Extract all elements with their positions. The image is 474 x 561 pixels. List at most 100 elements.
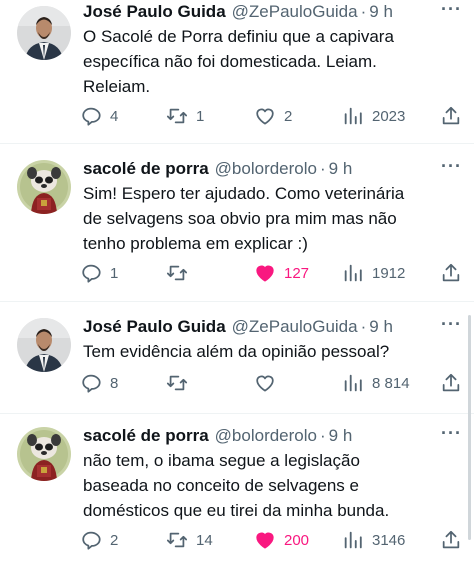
more-options-icon[interactable]: ··· [441, 424, 462, 442]
tweet[interactable]: sacolé de porra @bolorderolo · 9 h ··· S… [0, 157, 474, 297]
separator-dot: · [320, 426, 326, 445]
views-icon [344, 107, 362, 125]
views-icon [344, 264, 362, 282]
share-button[interactable] [440, 105, 462, 127]
avatar-mascot-image [17, 427, 71, 481]
retweet-button[interactable]: 14 [166, 529, 213, 551]
reply-icon [82, 264, 101, 283]
more-options-icon[interactable]: ··· [441, 0, 462, 18]
tweet[interactable]: sacolé de porra @bolorderolo · 9 h ··· n… [0, 424, 474, 561]
author-name[interactable]: sacolé de porra [83, 426, 209, 446]
retweet-button[interactable] [166, 372, 196, 394]
tweet-divider [0, 301, 474, 302]
share-icon [442, 106, 460, 125]
views-button[interactable]: 3146 [342, 529, 405, 551]
timestamp[interactable]: 9 h [329, 159, 353, 179]
reply-button[interactable]: 1 [80, 262, 118, 284]
tweet-actions: 1 127 1912 [80, 261, 462, 285]
tweet-text: não tem, o ibama segue a legislação base… [83, 451, 390, 520]
heart-icon [256, 108, 274, 125]
views-icon [344, 531, 362, 549]
share-button[interactable] [440, 372, 462, 394]
author-name[interactable]: José Paulo Guida [83, 317, 226, 337]
avatar[interactable] [17, 318, 71, 372]
retweet-icon [166, 532, 188, 548]
reply-icon [82, 107, 101, 126]
reply-count: 4 [110, 107, 119, 125]
timestamp[interactable]: 9 h [329, 426, 353, 446]
timestamp[interactable]: 9 h [369, 2, 393, 22]
retweet-count: 1 [196, 107, 205, 125]
reply-count: 2 [110, 531, 119, 549]
tweet[interactable]: José Paulo Guida @ZePauloGuida · 9 h ···… [0, 0, 474, 140]
heart-filled-icon [256, 532, 274, 549]
views-button[interactable]: 1912 [342, 262, 405, 284]
avatar[interactable] [17, 427, 71, 481]
more-options-icon[interactable]: ··· [441, 157, 462, 175]
author-handle[interactable]: @ZePauloGuida [232, 317, 358, 337]
author-name[interactable]: sacolé de porra [83, 159, 209, 179]
more-options-icon[interactable]: ··· [441, 315, 462, 333]
tweet-text: Tem evidência além da opinião pessoal? [83, 342, 390, 361]
tweet-actions: 4 1 2 2023 [80, 104, 462, 128]
share-button[interactable] [440, 529, 462, 551]
reply-button[interactable]: 8 [80, 372, 118, 394]
views-button[interactable]: 8 814 [342, 372, 410, 394]
share-button[interactable] [440, 262, 462, 284]
views-icon [344, 374, 362, 392]
views-count: 1912 [372, 264, 406, 282]
like-button[interactable]: 2 [254, 105, 292, 127]
reply-count: 8 [110, 374, 119, 392]
reply-button[interactable]: 4 [80, 105, 118, 127]
reply-button[interactable]: 2 [80, 529, 118, 551]
reply-icon [82, 531, 101, 550]
avatar-man-suit-image [17, 6, 71, 60]
separator-dot: · [320, 159, 326, 178]
like-button[interactable]: 200 [254, 529, 309, 551]
separator-dot: · [360, 317, 367, 336]
avatar[interactable] [17, 160, 71, 214]
like-count: 127 [284, 264, 310, 282]
views-count: 8 814 [372, 374, 410, 392]
tweet-actions: 8 8 814 [80, 371, 462, 395]
tweet-divider [0, 413, 474, 414]
views-count: 2023 [372, 107, 406, 125]
share-icon [442, 263, 460, 282]
reply-icon [82, 374, 101, 393]
separator-dot: · [360, 2, 367, 21]
author-handle[interactable]: @ZePauloGuida [232, 2, 358, 22]
author-handle[interactable]: @bolorderolo [215, 159, 317, 179]
heart-filled-icon [256, 265, 274, 282]
tweet-header: sacolé de porra @bolorderolo · 9 h [83, 424, 462, 448]
heart-icon [256, 375, 274, 392]
tweet[interactable]: José Paulo Guida @ZePauloGuida · 9 h ···… [0, 315, 474, 415]
tweet-actions: 2 14 200 3146 [80, 528, 462, 552]
retweet-icon [166, 375, 188, 391]
avatar-man-suit-image [17, 318, 71, 372]
views-count: 3146 [372, 531, 406, 549]
reply-count: 1 [110, 264, 119, 282]
author-handle[interactable]: @bolorderolo [215, 426, 317, 446]
retweet-icon [166, 108, 188, 124]
like-button[interactable]: 127 [254, 262, 309, 284]
retweet-button[interactable]: 1 [166, 105, 204, 127]
scrollbar[interactable] [468, 315, 471, 540]
tweet-text: Sim! Espero ter ajudado. Como veterinári… [83, 184, 405, 253]
avatar[interactable] [17, 6, 71, 60]
share-icon [442, 373, 460, 392]
share-icon [442, 530, 460, 549]
tweet-header: José Paulo Guida @ZePauloGuida · 9 h [83, 315, 462, 339]
like-button[interactable] [254, 372, 284, 394]
tweet-header: José Paulo Guida @ZePauloGuida · 9 h [83, 0, 462, 24]
avatar-mascot-image [17, 160, 71, 214]
author-name[interactable]: José Paulo Guida [83, 2, 226, 22]
like-count: 2 [284, 107, 293, 125]
timestamp[interactable]: 9 h [369, 317, 393, 337]
views-button[interactable]: 2023 [342, 105, 405, 127]
tweet-text: O Sacolé de Porra definiu que a capivara… [83, 27, 394, 96]
like-count: 200 [284, 531, 310, 549]
tweet-divider [0, 143, 474, 144]
tweet-header: sacolé de porra @bolorderolo · 9 h [83, 157, 462, 181]
retweet-button[interactable] [166, 262, 196, 284]
retweet-count: 14 [196, 531, 213, 549]
